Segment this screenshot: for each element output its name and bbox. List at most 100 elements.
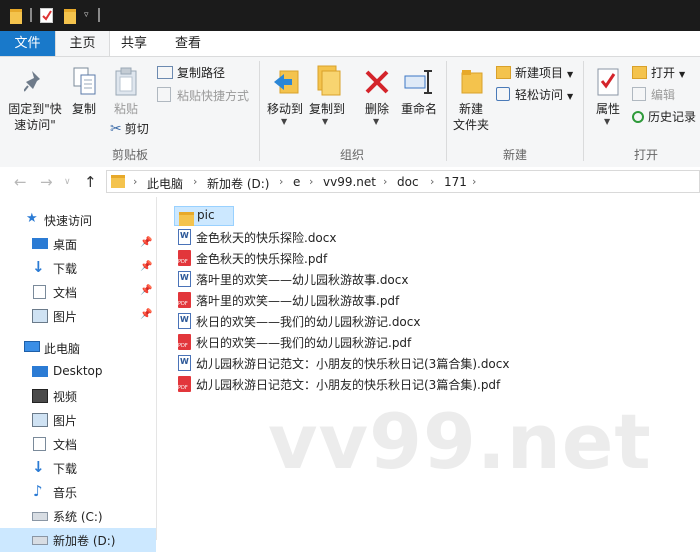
breadcrumb-drive-d[interactable]: 新加卷 (D:) (207, 175, 269, 192)
download-arrow-icon: ↓ (32, 458, 45, 476)
properties-icon[interactable] (40, 8, 53, 23)
rename-icon (404, 70, 432, 94)
pictures-icon (32, 413, 48, 427)
chevron-down-icon: ▼ (281, 117, 288, 126)
open-button[interactable]: 打开 ▼ (632, 65, 685, 83)
chevron-down-icon[interactable]: ∨ (64, 177, 71, 187)
separator (30, 8, 32, 22)
breadcrumb-vv99[interactable]: vv99.net (323, 175, 376, 189)
group-separator (259, 61, 260, 161)
pictures-icon (32, 309, 48, 323)
pin-icon[interactable]: 📌 (140, 285, 152, 296)
navigation-bar: ← → ∨ ↑ › 此电脑 › 新加卷 (D:) › e › vv99.net … (0, 167, 700, 197)
paste-shortcut-button[interactable]: 粘贴快捷方式 (157, 87, 249, 104)
tab-home[interactable]: 主页 (55, 31, 110, 57)
copy-path-button[interactable]: 复制路径 (157, 65, 225, 81)
folder-icon (179, 212, 194, 226)
pin-icon[interactable]: 📌 (140, 237, 152, 248)
breadcrumb-doc[interactable]: doc (397, 175, 419, 189)
nav-item-downloads[interactable]: ↓ 下载 📌 (0, 256, 156, 280)
chevron-right-icon[interactable]: › (193, 175, 197, 188)
chevron-down-icon[interactable]: ▿ (84, 10, 96, 26)
drive-icon (32, 512, 48, 521)
easy-access-button[interactable]: 轻松访问 ▼ (496, 87, 573, 105)
word-document-icon (178, 313, 191, 329)
group-label-new: 新建 (502, 148, 527, 162)
document-icon (33, 285, 46, 299)
tab-share[interactable]: 共享 (108, 31, 160, 56)
word-document-icon (178, 271, 191, 287)
edit-icon (632, 87, 646, 101)
video-icon (32, 389, 48, 403)
tab-view[interactable]: 查看 (160, 31, 216, 56)
ribbon: 固定到"快 速访问" 复制 粘贴 复制路径 粘贴快捷方式 ✂ 剪切 剪贴板 移动到 (0, 56, 700, 168)
nav-item-pictures-pc[interactable]: 图片 (0, 408, 156, 432)
nav-item-documents[interactable]: 文档 📌 (0, 280, 156, 304)
group-label-open: 打开 (633, 148, 658, 162)
breadcrumb-this-pc[interactable]: 此电脑 (147, 175, 183, 192)
folder-icon[interactable] (10, 9, 22, 24)
easy-access-label: 轻松访问 (515, 88, 564, 102)
new-item-button[interactable]: 新建项目 ▼ (496, 65, 573, 83)
pin-icon[interactable]: 📌 (140, 309, 152, 320)
breadcrumb-171[interactable]: 171 (444, 175, 467, 189)
nav-label: 图片 (53, 310, 78, 324)
up-arrow-icon[interactable]: ↑ (84, 173, 97, 191)
nav-label: 快速访问 (44, 214, 93, 228)
history-label: 历史记录 (648, 110, 697, 124)
chevron-right-icon[interactable]: › (430, 175, 434, 188)
nav-this-pc[interactable]: 此电脑 (0, 336, 156, 360)
drive-icon (32, 536, 48, 545)
nav-item-drive-c[interactable]: 系统 (C:) (0, 504, 156, 528)
group-separator (446, 61, 447, 161)
ribbon-tabs: 文件 主页 共享 查看 (0, 31, 700, 57)
separator (98, 8, 100, 22)
tab-file[interactable]: 文件 (0, 31, 55, 56)
desktop-icon (32, 238, 48, 249)
nav-item-videos[interactable]: 视频 (0, 384, 156, 408)
file-name: 金色秋天的快乐探险.docx (196, 231, 337, 245)
nav-label: Desktop (53, 364, 103, 378)
edit-button[interactable]: 编辑 (632, 87, 675, 103)
move-to-label: 移动到 (266, 102, 303, 116)
nav-item-drive-d[interactable]: 新加卷 (D:) (0, 528, 156, 552)
cut-button[interactable]: ✂ 剪切 (110, 121, 149, 137)
nav-item-pictures[interactable]: 图片 📌 (0, 304, 156, 328)
forward-arrow-icon[interactable]: → (40, 173, 53, 191)
nav-quick-access[interactable]: ★ 快速访问 (0, 208, 156, 232)
chevron-down-icon: ▼ (322, 117, 329, 126)
pin-icon[interactable]: 📌 (140, 261, 152, 272)
nav-item-documents-pc[interactable]: 文档 (0, 432, 156, 456)
address-bar[interactable]: › 此电脑 › 新加卷 (D:) › e › vv99.net › doc › … (106, 170, 700, 193)
back-arrow-icon[interactable]: ← (14, 173, 27, 191)
new-folder-label: 文件夹 (452, 118, 489, 132)
chevron-right-icon[interactable]: › (309, 175, 313, 188)
chevron-right-icon[interactable]: › (383, 175, 387, 188)
word-document-icon (178, 229, 191, 245)
nav-label: 新加卷 (D:) (53, 534, 116, 548)
file-name: 落叶里的欢笑——幼儿园秋游故事.pdf (196, 294, 400, 308)
history-button[interactable]: 历史记录 (632, 109, 696, 125)
file-name: 幼儿园秋游日记范文：小朋友的快乐秋日记(3篇合集).pdf (196, 378, 501, 392)
nav-item-downloads-pc[interactable]: ↓ 下载 (0, 456, 156, 480)
paste-shortcut-label: 粘贴快捷方式 (177, 89, 250, 103)
copy-icon (73, 67, 96, 95)
nav-item-desktop[interactable]: 桌面 📌 (0, 232, 156, 256)
folder-icon (111, 175, 125, 188)
file-name: 金色秋天的快乐探险.pdf (196, 252, 328, 266)
new-folder-icon[interactable] (64, 9, 76, 24)
delete-label: 删除 (364, 102, 389, 116)
nav-label: 文档 (53, 286, 78, 300)
open-label: 打开 (651, 66, 676, 80)
chevron-right-icon[interactable]: › (279, 175, 283, 188)
nav-item-music[interactable]: ♪ 音乐 (0, 480, 156, 504)
new-folder-label: 新建 (458, 102, 483, 116)
chevron-down-icon: ▼ (567, 70, 574, 79)
breadcrumb-e[interactable]: e (293, 175, 300, 189)
chevron-right-icon[interactable]: › (472, 175, 476, 188)
pdf-icon (178, 334, 191, 350)
file-row-folder[interactable]: pic (174, 206, 234, 226)
chevron-right-icon[interactable]: › (133, 175, 137, 188)
nav-item-desktop-pc[interactable]: Desktop (0, 360, 156, 384)
file-name: 幼儿园秋游日记范文：小朋友的快乐秋日记(3篇合集).docx (196, 357, 510, 371)
